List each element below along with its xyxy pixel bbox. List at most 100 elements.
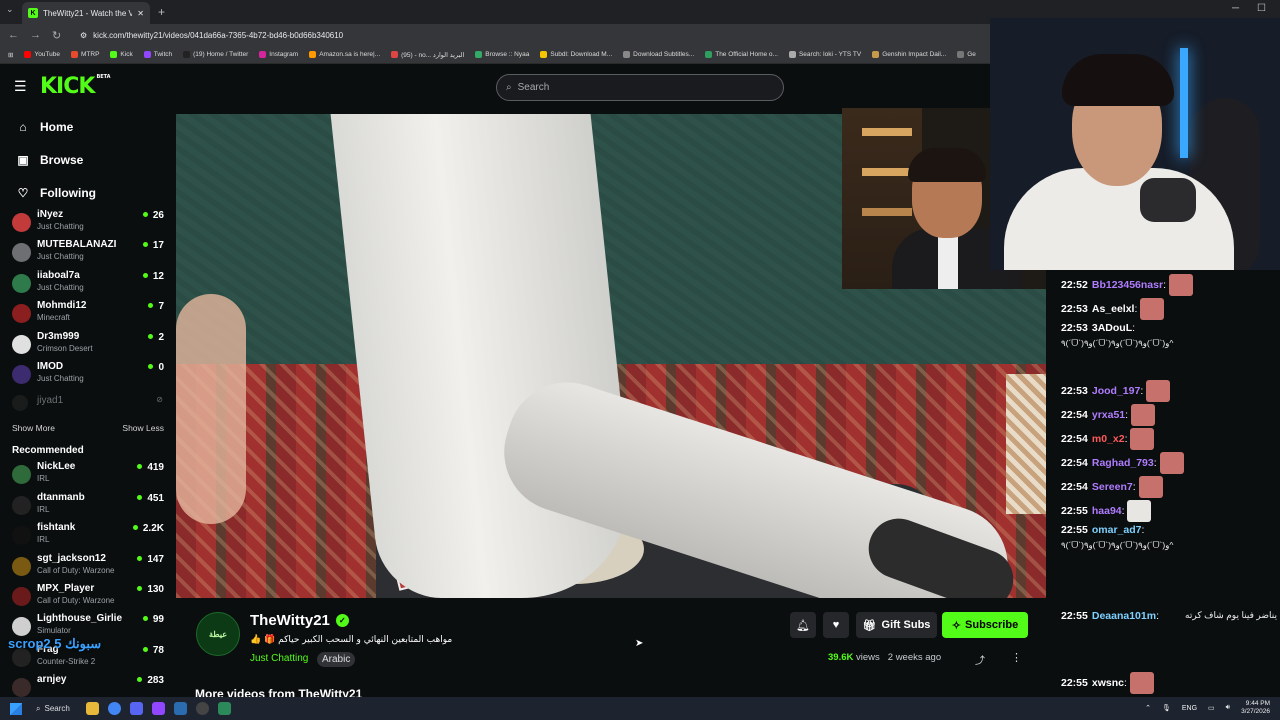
show-less-button[interactable]: Show Less [122, 423, 164, 433]
network-icon[interactable]: ▭ [1208, 704, 1215, 712]
chrome-icon[interactable] [107, 702, 121, 715]
microphone-icon[interactable]: 🎙︎ [1162, 704, 1171, 712]
forward-icon[interactable]: → [30, 29, 44, 41]
minimize-icon[interactable]: ─ [1232, 3, 1239, 14]
category-link[interactable]: Just Chatting [250, 653, 308, 664]
search-input[interactable]: ⌕ Search [496, 74, 784, 101]
app-icon[interactable] [173, 702, 187, 715]
chat-username[interactable]: haa94 [1092, 505, 1122, 517]
chat-timestamp: 22:54 [1061, 480, 1088, 493]
channel-avatar[interactable]: عيطة [196, 612, 240, 656]
avatar [12, 395, 28, 412]
obs-icon[interactable] [195, 702, 209, 715]
sidebar-channel[interactable]: MPX_Player Call of Duty: Warzone 130 [0, 583, 175, 613]
more-options-icon[interactable]: ⋮ [1011, 651, 1022, 664]
chat-username[interactable]: omar_ad7 [1092, 524, 1142, 536]
chat-username[interactable]: xwsnc [1092, 677, 1124, 689]
taskbar-search[interactable]: ⌕ Search [36, 704, 70, 714]
bookmark-item[interactable]: Amazon.sa is here|... [309, 51, 380, 58]
clock[interactable]: 9:44 PM 3/27/2026 [1241, 700, 1270, 716]
site-info-icon[interactable]: ⚙ [80, 31, 87, 40]
close-tab-icon[interactable]: ✕ [137, 9, 144, 18]
channel-category: Just Chatting [37, 282, 84, 292]
chat-username[interactable]: m0_x2 [1092, 433, 1125, 445]
cam-person-shirt [938, 232, 958, 289]
bookmark-item[interactable]: YouTube [24, 51, 60, 58]
tab-list-icon[interactable]: ⌄ [6, 4, 14, 15]
volume-icon[interactable]: 🔊︎ [1226, 704, 1230, 712]
share-icon[interactable]: ⤴ [975, 652, 985, 667]
sidebar-item-home[interactable]: ⌂ Home [0, 110, 175, 143]
chat-username[interactable]: As_eelxl [1092, 303, 1135, 315]
terminal-icon[interactable] [217, 702, 231, 715]
sidebar-channel[interactable]: Dr3m999 Crimson Desert 2 [0, 331, 175, 361]
gift-subs-label: Gift Subs [881, 619, 931, 631]
chat-username[interactable]: Bb123456nasr [1092, 279, 1163, 291]
chat-username[interactable]: Sereen7 [1092, 481, 1133, 493]
bookmark-favicon-icon [259, 51, 267, 58]
home-icon: ⌂ [19, 119, 27, 134]
bookmark-item[interactable]: Subdl: Download M... [540, 51, 612, 58]
sidebar-item-following[interactable]: ♡ Following [0, 176, 175, 209]
maximize-icon[interactable]: ☐ [1257, 3, 1266, 14]
url-text: kick.com/thewitty21/videos/041da66a-7365… [93, 30, 344, 40]
sparkle-icon: ✧ [951, 619, 962, 632]
channel-name[interactable]: TheWitty21 [250, 612, 330, 629]
show-more-button[interactable]: Show More [12, 423, 55, 433]
chat-username[interactable]: Jood_197 [1092, 385, 1140, 397]
chat-username[interactable]: yrxa51 [1092, 409, 1125, 421]
bookmark-item[interactable]: Ge [957, 51, 976, 58]
bookmark-item[interactable]: MTRP [71, 51, 99, 58]
bookmark-item[interactable]: (19) Home / Twitter [183, 51, 248, 58]
chevron-up-icon[interactable]: ⌃ [1145, 704, 1151, 712]
reload-icon[interactable]: ↻ [52, 29, 66, 42]
discord-icon[interactable] [129, 702, 143, 715]
bookmark-item[interactable]: Instagram [259, 51, 298, 58]
subscribe-button[interactable]: ✧ Subscribe [942, 612, 1028, 638]
sidebar-channel[interactable]: iNyez Just Chatting 26 [0, 209, 175, 239]
offline-channel[interactable]: jiyad1 ⊘ [0, 391, 175, 413]
bookmark-item[interactable]: Search: loki - YTS TV [788, 51, 861, 58]
chat-username[interactable]: Raghad_793 [1092, 457, 1154, 469]
sidebar-channel[interactable]: dtanmanb IRL 451 [0, 492, 175, 522]
sidebar-channel[interactable]: fishtank IRL 2.2K [0, 522, 175, 552]
sidebar-channel[interactable]: iiaboal7a Just Chatting 12 [0, 270, 175, 300]
file-explorer-icon[interactable] [85, 702, 99, 715]
back-icon[interactable]: ← [8, 29, 22, 41]
bookmark-item[interactable]: Twitch [143, 51, 172, 58]
sidebar-channel[interactable]: IMOD Just Chatting 0 [0, 361, 175, 391]
channel-avatar-text: عيطة [208, 629, 228, 639]
sidebar-item-label: Browse [40, 152, 84, 167]
sidebar-channel[interactable]: NickLee IRL 419 [0, 461, 175, 491]
notification-button[interactable]: 🔔︎ [790, 612, 816, 638]
start-icon[interactable] [10, 702, 22, 715]
browser-tab[interactable]: K TheWitty21 - Watch the Vi... ✕ [22, 2, 150, 24]
language-indicator[interactable]: ENG [1182, 705, 1197, 712]
sidebar-item-label: Home [40, 119, 74, 134]
chat-username[interactable]: 3ADouL [1092, 322, 1132, 334]
chat-username[interactable]: Deaana101m [1092, 610, 1156, 622]
gift-subs-button[interactable]: 🎁︎ Gift Subs [856, 612, 937, 638]
chat-timestamp: 22:54 [1061, 432, 1088, 445]
bookmark-item[interactable]: Genshin Impact Dail... [872, 51, 946, 58]
twitch-icon[interactable] [151, 702, 165, 715]
bookmark-item[interactable]: The Official Home o... [705, 51, 778, 58]
viewer-count: 99 [143, 614, 164, 625]
sidebar-channel[interactable]: MUTEBALANAZI Just Chatting 17 [0, 239, 175, 269]
follow-button[interactable]: ♥ [823, 612, 849, 638]
sidebar-item-browse[interactable]: ▣ Browse [0, 143, 175, 176]
language-tag[interactable]: Arabic [317, 652, 356, 667]
bookmark-item[interactable]: Browse :: Nyaa [475, 51, 529, 58]
bookmark-item[interactable]: Download Subtitles... [623, 51, 694, 58]
sidebar-channel[interactable]: sgt_jackson12 Call of Duty: Warzone 147 [0, 553, 175, 583]
bookmark-item[interactable]: Kick [110, 51, 133, 58]
sidebar-channel[interactable]: arnjey 283 [0, 674, 175, 697]
apps-icon[interactable]: ⊞ [8, 51, 13, 59]
bookmark-item[interactable]: (95) - no... البريد الوارد [391, 51, 464, 59]
video-age: 2 weeks ago [887, 652, 942, 663]
kick-logo[interactable]: KICK BETA [40, 74, 111, 99]
sidebar-channel[interactable]: Mohmdi12 Minecraft 7 [0, 300, 175, 330]
channel-category: Simulator [37, 626, 71, 636]
menu-icon[interactable]: ☰ [14, 79, 28, 93]
new-tab-icon[interactable]: + [158, 5, 165, 19]
